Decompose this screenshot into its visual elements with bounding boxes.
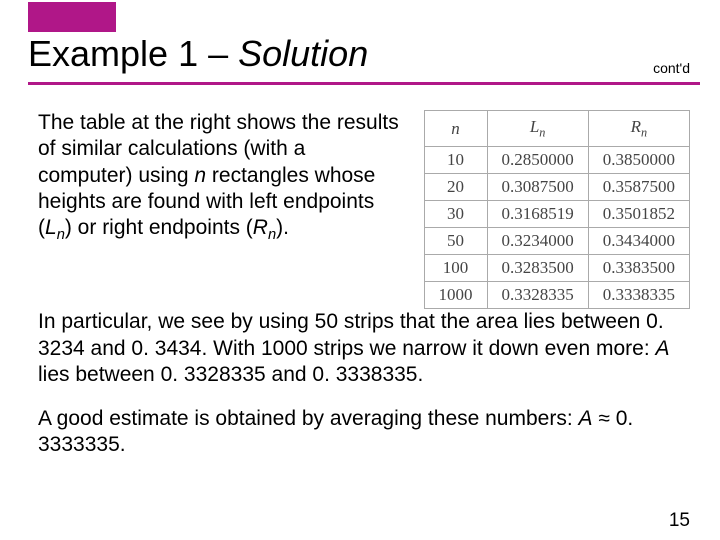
- cell: 50: [424, 228, 487, 255]
- text: ).: [276, 216, 289, 239]
- var-L: L: [45, 216, 57, 239]
- cell: 100: [424, 255, 487, 282]
- col-Ln: Ln: [487, 111, 588, 147]
- body: The table at the right shows the results…: [38, 110, 690, 477]
- table-row: 30 0.3168519 0.3501852: [424, 201, 690, 228]
- paragraph-2: In particular, we see by using 50 strips…: [38, 309, 690, 388]
- cell: 0.3283500: [487, 255, 588, 282]
- accent-block: [28, 2, 116, 32]
- page-number: 15: [669, 510, 690, 532]
- table-row: 1000 0.3328335 0.3338335: [424, 282, 690, 309]
- var-R: R: [253, 216, 268, 239]
- cell: 1000: [424, 282, 487, 309]
- cell: 0.3587500: [588, 174, 689, 201]
- text: A good estimate is obtained by averaging…: [38, 407, 579, 430]
- cell: 0.3338335: [588, 282, 689, 309]
- table-row: 10 0.2850000 0.3850000: [424, 147, 690, 174]
- paragraph-1: The table at the right shows the results…: [38, 110, 402, 245]
- var-A: A: [579, 407, 593, 430]
- cell: 0.3501852: [588, 201, 689, 228]
- cell: 10: [424, 147, 487, 174]
- table-row: 50 0.3234000 0.3434000: [424, 228, 690, 255]
- sub-n: n: [57, 227, 65, 243]
- cell: 20: [424, 174, 487, 201]
- results-table: n Ln Rn 10 0.2850000 0.3850000 20 0.3087…: [424, 110, 691, 309]
- cell: 0.3168519: [487, 201, 588, 228]
- paragraph-3: A good estimate is obtained by averaging…: [38, 406, 690, 459]
- sub-n: n: [268, 227, 276, 243]
- cell: 0.2850000: [487, 147, 588, 174]
- title-row: Example 1 – Solution: [28, 30, 700, 85]
- text: In particular, we see by using 50 strips…: [38, 310, 664, 359]
- title-italic: Solution: [238, 33, 368, 74]
- col-Rn: Rn: [588, 111, 689, 147]
- cell: 0.3328335: [487, 282, 588, 309]
- var-n: n: [194, 164, 206, 187]
- cell: 0.3383500: [588, 255, 689, 282]
- text: lies between 0. 3328335 and 0. 3338335.: [38, 363, 423, 386]
- col-n: n: [424, 111, 487, 147]
- cell: 0.3087500: [487, 174, 588, 201]
- cell: 30: [424, 201, 487, 228]
- title-plain: Example 1 –: [28, 33, 238, 74]
- text: ) or right endpoints (: [65, 216, 253, 239]
- cell: 0.3434000: [588, 228, 689, 255]
- table-header-row: n Ln Rn: [424, 111, 690, 147]
- cell: 0.3850000: [588, 147, 689, 174]
- table-row: 20 0.3087500 0.3587500: [424, 174, 690, 201]
- cell: 0.3234000: [487, 228, 588, 255]
- var-A: A: [656, 337, 670, 360]
- contd-label: cont'd: [653, 60, 690, 76]
- table-row: 100 0.3283500 0.3383500: [424, 255, 690, 282]
